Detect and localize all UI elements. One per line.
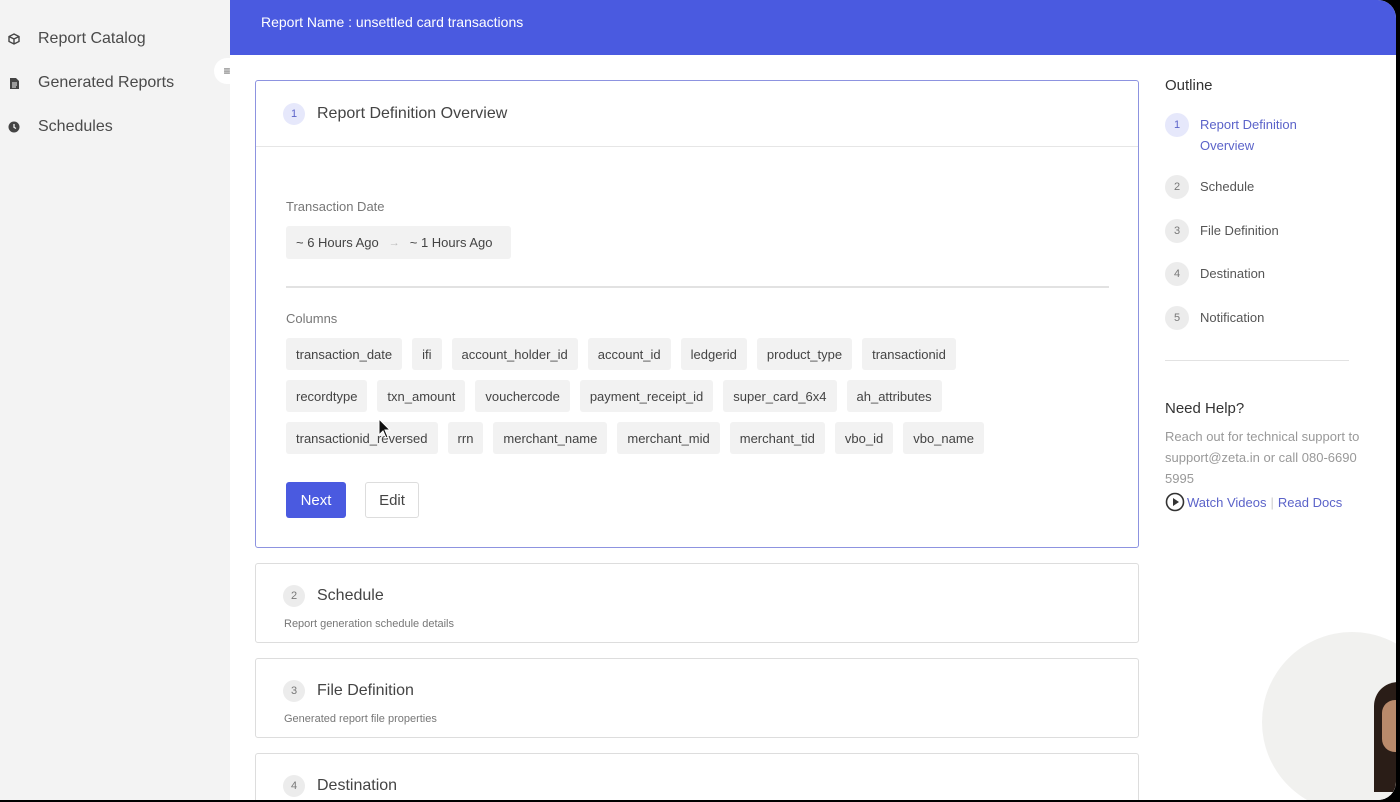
person-face (1382, 700, 1396, 752)
edit-button[interactable]: Edit (365, 482, 419, 518)
column-chip: ah_attributes (846, 380, 942, 412)
column-chip: txn_amount (377, 380, 466, 412)
card-header: 4 Destination (283, 775, 397, 797)
card-subtitle: Report generation schedule details (284, 618, 455, 630)
sidebar-item-label: Schedules (38, 118, 113, 135)
outline-item-label: Destination (1200, 266, 1266, 281)
step-number: 2 (1165, 175, 1189, 199)
header-bar: Report Name : unsettled card transaction… (230, 0, 1396, 55)
columns-label: Columns (286, 311, 338, 326)
card-header: 3 File Definition (283, 680, 414, 702)
step-number: 1 (1165, 113, 1189, 137)
main-content: 1 Report Definition Overview Transaction… (230, 55, 1396, 800)
report-name-title: Report Name : unsettled card transaction… (261, 14, 524, 30)
arrow-right-icon: → (388, 236, 400, 249)
card-title: Report Definition Overview (317, 104, 508, 122)
transaction-date-label: Transaction Date (286, 199, 385, 214)
card-subtitle: Generated report file properties (284, 713, 437, 725)
read-docs-link[interactable]: Read Docs (1278, 495, 1342, 510)
column-chip: product_type (756, 338, 853, 370)
divider (286, 286, 1109, 288)
outline-item-file-definition[interactable]: 3 File Definition (1165, 219, 1279, 243)
date-to: ~ 1 Hours Ago (409, 235, 493, 250)
column-chip: account_id (587, 338, 671, 370)
help-links: Watch Videos | Read Docs (1165, 492, 1365, 512)
column-chip: payment_receipt_id (579, 380, 714, 412)
column-chip: merchant_name (493, 422, 608, 454)
step-number: 2 (283, 585, 305, 607)
column-chip: recordtype (286, 380, 368, 412)
sidebar-collapse-icon[interactable]: ≡ (214, 58, 240, 84)
step-number: 3 (283, 680, 305, 702)
sidebar-item-generated-reports[interactable]: Generated Reports (0, 68, 215, 98)
outline-item-notification[interactable]: 5 Notification (1165, 306, 1264, 330)
outline-item-label: Notification (1200, 310, 1265, 325)
card-title: Destination (317, 777, 398, 794)
step-number: 1 (283, 102, 305, 125)
help-title: Need Help? (1165, 400, 1245, 417)
column-chip: vbo_id (834, 422, 894, 454)
chip-row: transaction_date ifi account_holder_id acco… (286, 338, 1126, 370)
step-card-file-definition[interactable]: 3 File Definition Generated report file … (255, 658, 1139, 738)
help-section: Need Help? Reach out for technical suppo… (1165, 400, 1365, 512)
outline-item-label: Schedule (1200, 179, 1255, 194)
sidebar-item-label: Report Catalog (38, 30, 146, 47)
column-chip: rrn (447, 422, 484, 454)
column-chip: super_card_6x4 (723, 380, 837, 412)
watch-videos-link[interactable]: Watch Videos (1187, 495, 1267, 510)
step-number: 5 (1165, 306, 1189, 330)
divider (1165, 360, 1349, 361)
document-icon (7, 76, 21, 90)
step-card-destination[interactable]: 4 Destination (255, 753, 1139, 800)
column-chip: vouchercode (475, 380, 570, 412)
outline-title: Outline (1165, 77, 1213, 94)
step-number: 3 (1165, 219, 1189, 243)
sidebar: Report Catalog Generated Reports Schedul… (0, 0, 230, 800)
link-separator: | (1270, 494, 1274, 510)
help-text: Reach out for technical support to suppo… (1165, 429, 1360, 486)
column-chip: transactionid_reversed (286, 422, 438, 454)
column-chip: account_holder_id (451, 338, 578, 370)
clock-icon (7, 120, 21, 134)
step-number: 4 (1165, 262, 1189, 286)
sidebar-item-label: Generated Reports (38, 74, 175, 91)
outline-item-report-definition[interactable]: 1 Report Definition Overview (1165, 113, 1330, 156)
sidebar-item-schedules[interactable]: Schedules (0, 112, 215, 142)
column-chip: transaction_date (286, 338, 403, 370)
sidebar-item-report-catalog[interactable]: Report Catalog (0, 24, 215, 54)
outline-panel: Outline 1 Report Definition Overview 2 S… (1165, 77, 1365, 330)
step-number: 4 (283, 775, 305, 797)
transaction-date-range: ~ 6 Hours Ago → ~ 1 Hours Ago (286, 226, 511, 259)
chip-row: recordtype txn_amount vouchercode payment_r… (286, 380, 1126, 412)
next-button[interactable]: Next (286, 482, 346, 518)
outline-item-schedule[interactable]: 2 Schedule (1165, 175, 1254, 199)
column-chip: ifi (412, 338, 442, 370)
column-chip: vbo_name (903, 422, 984, 454)
column-chip: ledgerid (680, 338, 747, 370)
date-from: ~ 6 Hours Ago (296, 235, 379, 250)
card-header: 2 Schedule (283, 585, 384, 607)
card-header[interactable]: 1 Report Definition Overview (256, 81, 1138, 147)
app-window: Report Catalog Generated Reports Schedul… (0, 0, 1396, 800)
column-chip: transactionid (862, 338, 956, 370)
outline-item-label: Report Definition Overview (1200, 117, 1297, 153)
step-card-report-definition: 1 Report Definition Overview Transaction… (255, 80, 1139, 548)
columns-chip-list: transaction_date ifi account_holder_id acco… (286, 338, 1126, 464)
play-icon (1165, 492, 1185, 512)
card-title: Schedule (317, 587, 384, 604)
card-title: File Definition (317, 682, 414, 699)
step-card-schedule[interactable]: 2 Schedule Report generation schedule de… (255, 563, 1139, 643)
column-chip: merchant_mid (617, 422, 720, 454)
outline-item-label: File Definition (1200, 223, 1279, 238)
column-chip: merchant_tid (729, 422, 825, 454)
cube-icon (7, 32, 21, 46)
outline-item-destination[interactable]: 4 Destination (1165, 262, 1265, 286)
chip-row: transactionid_reversed rrn merchant_name me… (286, 422, 1126, 454)
